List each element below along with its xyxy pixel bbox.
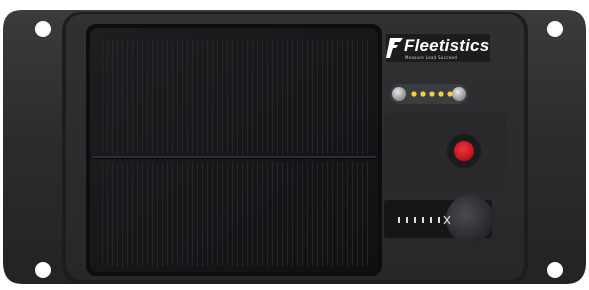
mounting-hole-bottom-right bbox=[547, 262, 563, 278]
button-panel bbox=[384, 113, 506, 189]
power-button[interactable] bbox=[454, 141, 474, 161]
led-5 bbox=[447, 91, 453, 97]
brand-tagline: Measure Lead Succeed bbox=[405, 55, 458, 60]
mounting-hole-top-left bbox=[35, 21, 51, 37]
led-4 bbox=[438, 91, 444, 97]
led-1 bbox=[411, 91, 417, 97]
solar-cell-top bbox=[100, 40, 368, 154]
contact-pin-left-icon bbox=[392, 87, 406, 101]
mounting-hole-top-right bbox=[547, 21, 563, 37]
solar-panel bbox=[86, 24, 382, 276]
led-indicator-strip bbox=[390, 84, 468, 104]
led-3 bbox=[429, 91, 435, 97]
brand-name: Fleetistics bbox=[404, 36, 490, 55]
gps-tracker-device bbox=[3, 10, 586, 284]
led-2 bbox=[420, 91, 426, 97]
connector-panel bbox=[384, 195, 494, 243]
rotary-knob[interactable] bbox=[446, 195, 494, 243]
contact-pin-right-icon bbox=[452, 87, 466, 101]
solar-cell-bottom bbox=[100, 162, 368, 266]
mounting-hole-bottom-left bbox=[35, 262, 51, 278]
